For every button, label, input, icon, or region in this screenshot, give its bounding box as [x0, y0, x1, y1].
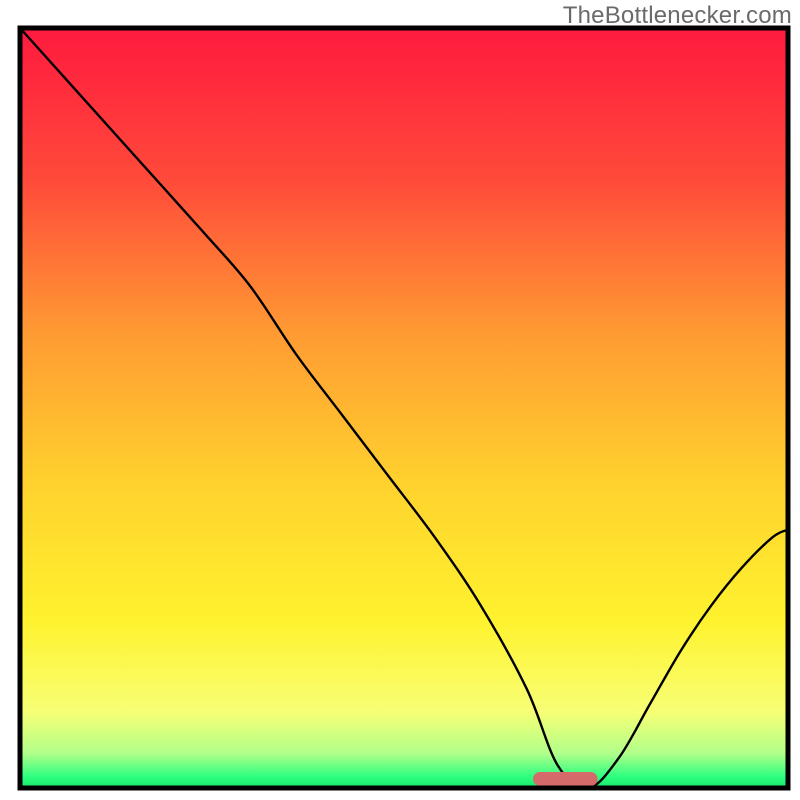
optimum-marker [533, 772, 598, 786]
watermark-label: TheBottlenecker.com [563, 2, 792, 30]
bottleneck-chart [0, 0, 800, 800]
chart-stage: TheBottlenecker.com [0, 0, 800, 800]
plot-background [20, 28, 788, 788]
